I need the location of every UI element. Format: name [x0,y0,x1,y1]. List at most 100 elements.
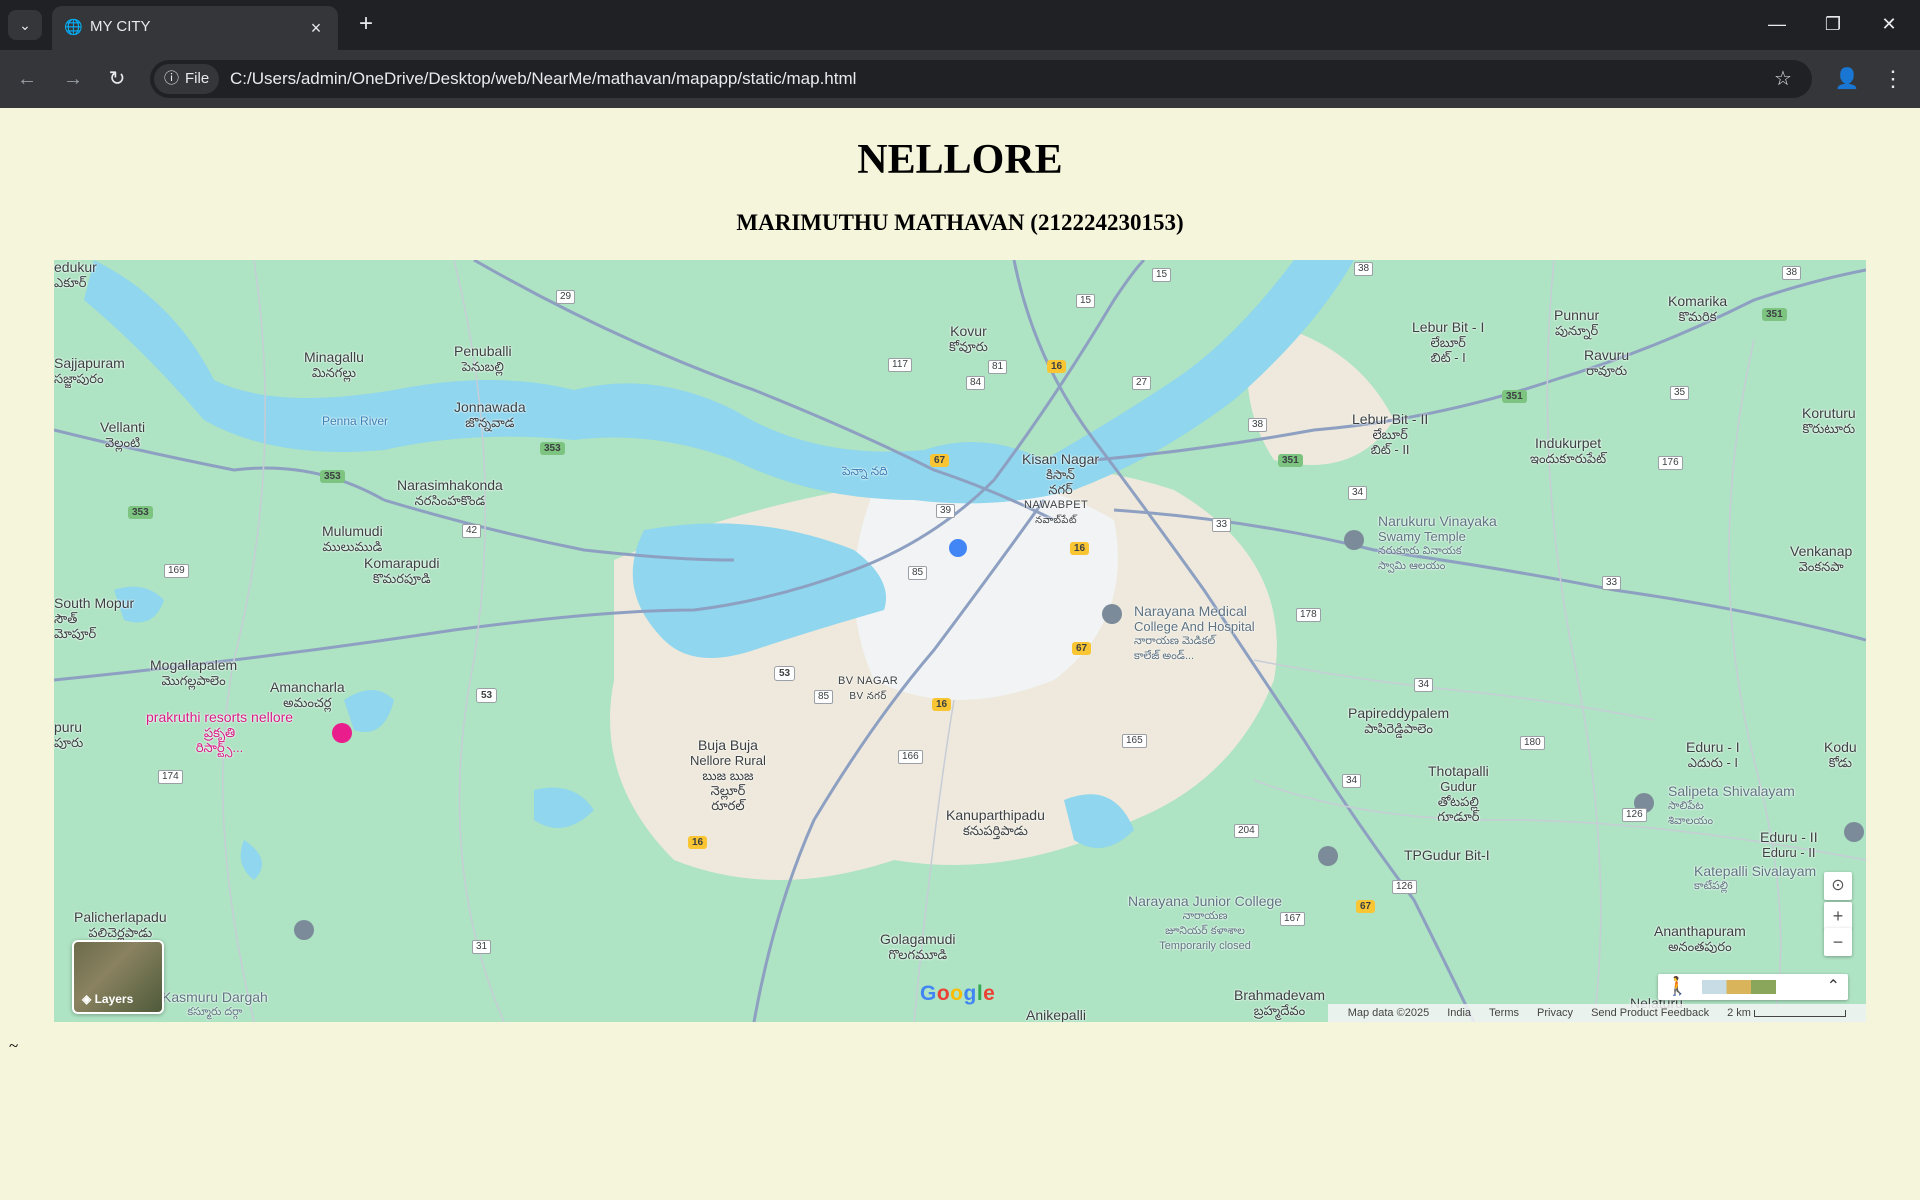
map-label-komarika[interactable]: Komarika కొమరిక [1668,294,1727,325]
page-title: NELLORE [857,137,1063,183]
map-label-lebur1[interactable]: Lebur Bit - I లేబూర్ బిట్ - I [1412,320,1484,366]
tab-my-city[interactable]: 🌐 MY CITY × [52,6,338,50]
route-shield: 33 [1602,576,1622,590]
tab-search-button[interactable]: ⌄ [8,10,42,40]
map-label-palicherlapadu[interactable]: Palicherlapadu పలిచెర్లపాడు [74,910,167,941]
map-label-narasimhakonda[interactable]: Narasimhakonda నరసింహకొండ [397,478,503,509]
pegman-icon[interactable]: 🚶 [1666,976,1688,997]
map-label-brahmadevam[interactable]: Brahmadevam బ్రహ్మదేవం [1234,988,1325,1019]
zoom-out-button[interactable]: − [1824,928,1852,956]
close-window-button[interactable]: ✕ [1864,8,1914,40]
map-label-amancharla[interactable]: Amancharla అమంచర్ల [270,680,345,711]
map-label-indukurpet[interactable]: Indukurpet ఇందుకూరుపేట్ [1530,436,1606,467]
map-label-papireddypalem[interactable]: Papireddypalem పాపిరెడ్డిపాలెం [1348,706,1449,737]
tab-title: MY CITY [90,18,151,35]
map-label-kanuparthipadu[interactable]: Kanuparthipadu కనుపర్తిపాడు [946,808,1045,839]
map-label-venkanap[interactable]: Venkanap వెంకనపా [1790,544,1852,575]
terms-link[interactable]: Terms [1489,1004,1519,1022]
map-type-thumbnails[interactable] [1702,980,1776,994]
route-shield: 178 [1296,608,1321,622]
map-label-punnur[interactable]: Punnur పున్నూర్ [1554,308,1599,339]
more-menu-icon[interactable]: ⋮ [1876,62,1910,96]
map-label-katepalli[interactable]: Katepalli Sivalayam కాటేపల్లి [1694,864,1816,894]
dargah-marker[interactable] [294,920,314,940]
map-label-edukur[interactable]: edukur ఎకూర్ [54,260,97,290]
new-tab-button[interactable]: + [352,10,380,38]
map-label-eduru2[interactable]: Eduru - II Eduru - II [1760,830,1818,861]
url-text[interactable]: C:/Users/admin/OneDrive/Desktop/web/Near… [230,60,856,98]
map-label-golagamudi[interactable]: Golagamudi గొలగమూడి [880,932,956,963]
info-icon: ⓘ [164,70,180,87]
map-label-tpgudur[interactable]: TPGudur Bit-I [1404,848,1490,863]
map-label-nawabpet[interactable]: NAWABPET నవాబ్‌పేట్ [1024,498,1088,528]
feedback-link[interactable]: Send Product Feedback [1591,1004,1709,1022]
address-bar[interactable]: ⓘ File C:/Users/admin/OneDrive/Desktop/w… [150,60,1812,98]
map-label-ananthapuram[interactable]: Ananthapuram అనంతపురం [1654,924,1746,955]
map-label-narayana-medical[interactable]: Narayana Medical College And Hospital నారా… [1134,604,1255,664]
school-marker[interactable] [1318,846,1338,866]
map-label-komarapudi[interactable]: Komarapudi కొమరపూడి [364,556,440,587]
tab-close-icon[interactable]: × [304,16,328,40]
map-label-mulumudi[interactable]: Mulumudi ములుముడి [322,524,383,555]
route-shield: 53 [476,688,498,703]
map-label-kasmuru[interactable]: Kasmuru Dargah కస్మూరు దర్గా [162,990,268,1020]
map-label-jonnawada[interactable]: Jonnawada జొన్నవాడ [454,400,526,431]
map-label-prakruthi[interactable]: prakruthi resorts nellore ప్రకృతి రిసార్ట్… [146,710,293,756]
file-chip-label: File [185,70,210,87]
map-data-attribution: Map data ©2025 [1347,1007,1430,1019]
map-label-mogallapalem[interactable]: Mogallapalem మొగల్లపాలెం [150,658,237,689]
route-shield: 42 [462,524,482,538]
zoom-in-button[interactable]: + [1824,902,1852,930]
privacy-link[interactable]: Privacy [1537,1004,1573,1022]
map-label-anikepalli[interactable]: Anikepalli [1026,1008,1086,1023]
my-location-button[interactable]: ⊙ [1824,872,1852,900]
map-label-south-mopur[interactable]: South Mopur సౌత్ మోపూర్ [54,596,134,642]
map-label-narukuru[interactable]: Narukuru Vinayaka Swamy Temple నరుకూరు విన… [1378,514,1497,574]
map-label-kovur[interactable]: Kovur కోవూరు [949,324,988,355]
map-label-koruturu[interactable]: Koruturu కొరుటూరు [1802,406,1856,437]
route-shield: 351 [1762,308,1787,321]
bookmark-star-icon[interactable]: ☆ [1768,64,1798,94]
profile-icon[interactable]: 👤 [1830,62,1864,96]
home-marker[interactable] [949,539,967,557]
minimize-button[interactable]: — [1752,8,1802,40]
forward-button[interactable]: → [56,62,90,96]
college-marker[interactable] [1102,604,1122,624]
scale-bar[interactable]: 2 km [1727,1004,1846,1022]
map-label-penna-river[interactable]: Penna River [322,414,388,429]
katepalli-marker[interactable] [1844,822,1864,842]
map-label-puru[interactable]: puru పూరు [54,720,83,751]
map-label-salipeta[interactable]: Salipeta Shivalayam సాలిపేట శివాలయం [1668,784,1795,829]
map-label-ravuru[interactable]: Ravuru రావూరు [1584,348,1629,379]
map-label-narayana-junior[interactable]: Narayana Junior College నారాయణ జూనియర్ కళా… [1128,894,1282,954]
map-label-penna-river-te[interactable]: పెన్నా నది [842,464,888,479]
map-label-minagallu[interactable]: Minagallu మినగల్లు [304,350,364,381]
route-shield: 33 [1212,518,1232,532]
resort-marker[interactable] [332,723,352,743]
map-label-bv-nagar[interactable]: BV NAGAR BV నగర్ [838,674,898,704]
map-label-thotapalli[interactable]: Thotapalli Gudur తోటపల్లి గూడూర్ [1428,764,1489,825]
map-label-lebur2[interactable]: Lebur Bit - II లేబూర్ బిట్ - II [1352,412,1428,458]
map-label-penuballi[interactable]: Penuballi పెనుబల్లి [454,344,512,375]
expand-icon[interactable]: ⌃ [1827,976,1840,996]
back-button[interactable]: ← [10,62,44,96]
restore-button[interactable]: ❐ [1808,8,1858,40]
route-shield: 204 [1234,824,1259,838]
map-label-vellanti[interactable]: Vellanti వెల్లంటి [100,420,145,451]
site-info-chip[interactable]: ⓘ File [154,64,220,94]
map-label-kodu[interactable]: Kodu కోడు [1824,740,1857,771]
reload-button[interactable]: ↻ [100,62,134,96]
route-shield: 38 [1782,266,1802,280]
map-label-eduru1[interactable]: Eduru - I ఎదురు - I [1686,740,1740,771]
google-map[interactable]: edukur ఎకూర్ Minagallu మినగల్లు Penuballi ప… [54,260,1866,1022]
temple-marker[interactable] [1344,530,1364,550]
map-label-kisan-nagar[interactable]: Kisan Nagar కిసాన్ నగర్ [1022,452,1099,498]
region-link[interactable]: India [1447,1004,1471,1022]
route-shield: 126 [1392,880,1417,894]
street-view-bar[interactable]: 🚶 ⌃ [1658,974,1848,1000]
route-shield: 67 [1072,642,1092,655]
route-shield: 67 [1356,900,1376,913]
map-label-sajjapuram[interactable]: Sajjapuram సజ్జాపురం [54,356,125,387]
layers-button[interactable]: ◈ Layers [72,940,164,1014]
map-label-buja-buja[interactable]: Buja Buja Nellore Rural బుజ బుజ నెల్లూర్ రూర… [690,738,766,814]
